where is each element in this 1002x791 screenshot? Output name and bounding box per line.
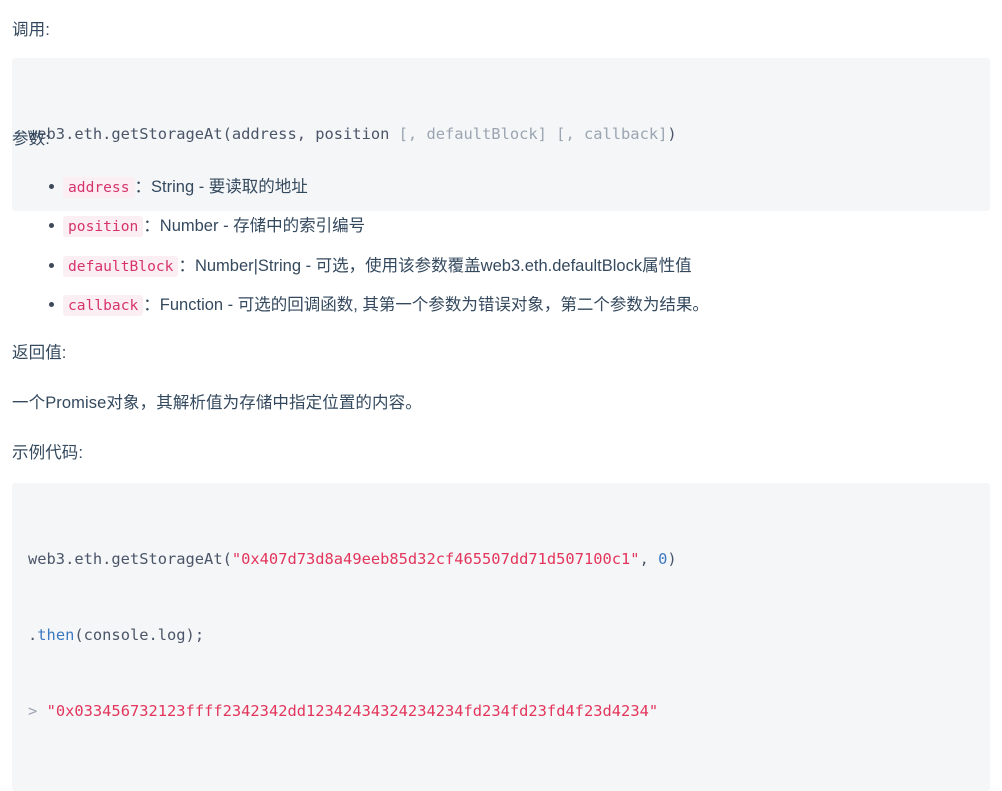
example-address-string: "0x407d73d8a49eeb85d32cf465507dd71d50710… — [231, 549, 640, 568]
list-item: callback ：Function - 可选的回调函数, 其第一个参数为错误对象… — [49, 293, 709, 318]
param-description: Number|String - 可选，使用该参数覆盖web3.eth.defau… — [194, 256, 692, 275]
param-name: defaultBlock — [63, 255, 179, 277]
param-separator: ： — [134, 178, 152, 196]
example-close-paren: ) — [667, 549, 677, 568]
returns-section-label: 返回值: — [12, 344, 67, 362]
call-section-label: 调用: — [12, 21, 50, 39]
signature-line: web3.eth.getStorageAt(address, position … — [28, 122, 974, 147]
params-section-label: 参数: — [12, 130, 50, 148]
signature-fn: web3.eth.getStorageAt(address, position — [28, 124, 399, 143]
list-item: position ：Number - 存储中的索引编号 — [49, 214, 709, 239]
example-line-2: .then(console.log); — [28, 623, 974, 648]
param-separator: ： — [178, 256, 195, 275]
example-code-block: web3.eth.getStorageAt("0x407d73d8a49eeb8… — [12, 483, 990, 791]
signature-optional-defaultblock: [, defaultBlock] — [398, 124, 557, 143]
param-description: String - 要读取的地址 — [151, 178, 308, 196]
param-separator: ： — [143, 295, 160, 314]
example-dot: . — [28, 626, 38, 645]
example-position-number: 0 — [658, 549, 668, 568]
signature-optional-callback: [, callback] — [556, 124, 668, 143]
example-then-args: (console.log); — [74, 626, 205, 645]
param-name: position — [63, 216, 144, 238]
example-then-keyword: then — [37, 626, 75, 645]
console-prompt-icon: > — [28, 702, 38, 721]
list-item: address ：String - 要读取的地址 — [49, 175, 709, 200]
param-separator: ： — [143, 217, 160, 236]
example-comma: , — [639, 549, 659, 568]
param-name: address — [63, 177, 135, 198]
param-description: Function - 可选的回调函数, 其第一个参数为错误对象，第二个参数为结果… — [159, 295, 709, 314]
param-description: Number - 存储中的索引编号 — [159, 217, 366, 236]
example-line-1: web3.eth.getStorageAt("0x407d73d8a49eeb8… — [28, 547, 974, 572]
list-item: defaultBlock ：Number|String - 可选，使用该参数覆盖w… — [49, 254, 709, 279]
parameter-list: address ：String - 要读取的地址 position ：Number … — [12, 175, 709, 332]
signature-close-paren: ) — [667, 124, 677, 143]
example-result-string: "0x033456732123ffff2342342dd123424343242… — [46, 702, 659, 721]
doc-page: 调用: web3.eth.getStorageAt(address, posit… — [0, 0, 1002, 791]
example-section-label: 示例代码: — [12, 444, 84, 462]
param-name: callback — [63, 294, 144, 316]
returns-description: 一个Promise对象，其解析值为存储中指定位置的内容。 — [12, 394, 422, 412]
example-line-3: > "0x033456732123ffff2342342dd1234243432… — [28, 699, 974, 724]
example-call: web3.eth.getStorageAt( — [28, 549, 232, 568]
